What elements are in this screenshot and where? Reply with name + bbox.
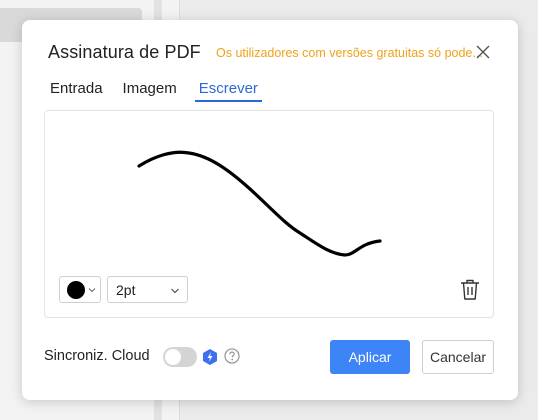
close-button[interactable] (474, 43, 492, 61)
tab-entrada[interactable]: Entrada (48, 80, 105, 102)
pen-color-swatch (67, 281, 85, 299)
pdf-signature-dialog: Assinatura de PDF Os utilizadores com ve… (22, 20, 518, 400)
pen-size-select[interactable]: 2pt (107, 276, 188, 303)
trash-icon (461, 279, 479, 300)
cloud-sync-toggle[interactable] (163, 347, 197, 367)
help-icon[interactable] (224, 348, 240, 364)
tab-imagem[interactable]: Imagem (121, 80, 179, 102)
chevron-down-icon (88, 288, 96, 293)
close-icon (476, 45, 490, 59)
signature-drawing-area[interactable]: 2pt (44, 110, 494, 318)
cloud-sync-label: Sincroniz. Cloud (44, 348, 150, 364)
tab-escrever[interactable]: Escrever (194, 80, 262, 102)
apply-button[interactable]: Aplicar (330, 340, 410, 374)
pen-color-picker[interactable] (59, 276, 101, 303)
clear-signature-button[interactable] (459, 278, 481, 302)
free-version-warning: Os utilizadores com versões gratuitas só… (216, 46, 483, 60)
cancel-button[interactable]: Cancelar (422, 340, 494, 374)
dialog-title: Assinatura de PDF (48, 42, 201, 62)
toggle-knob (165, 349, 181, 365)
premium-icon (203, 349, 217, 365)
signature-tabs: Entrada Imagem Escrever (48, 80, 278, 104)
pen-size-value: 2pt (116, 282, 136, 298)
chevron-down-icon (171, 288, 179, 294)
